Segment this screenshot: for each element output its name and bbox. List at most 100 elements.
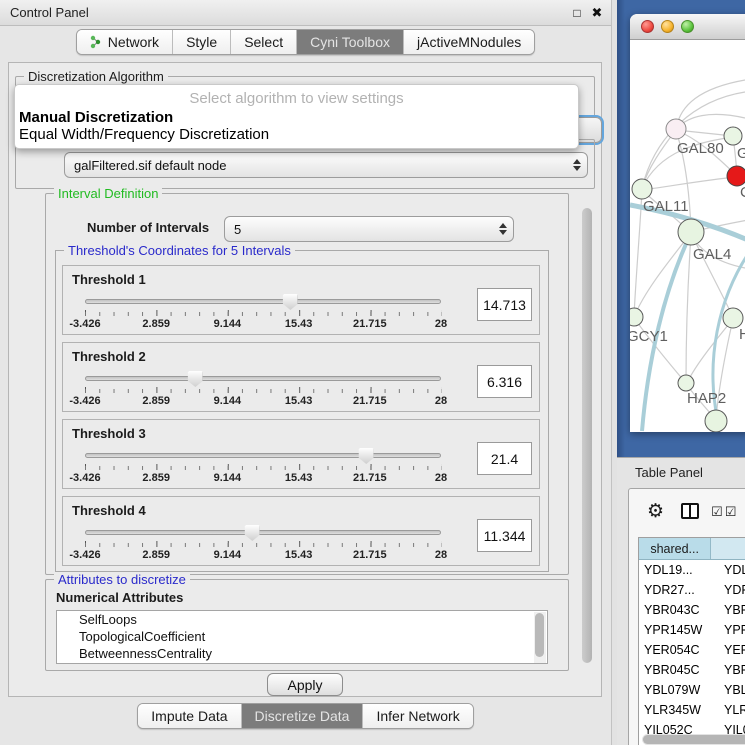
popup-placeholder: Select algorithm to view settings [15,88,578,109]
svg-text:GA: GA [737,145,745,162]
number-of-intervals-combobox[interactable]: 5 [224,216,514,242]
group-title: Attributes to discretize [54,572,190,587]
svg-text:H: H [739,326,745,343]
cyni-toolbox-panel: Discretization Algorithm Select algorith… [8,62,602,697]
node-gcy1[interactable] [630,308,643,326]
tab-jactivemnodules[interactable]: jActiveMNodules [404,30,534,54]
threshold-2-slider[interactable]: -3.426 2.859 9.144 15.43 21.715 28 [85,371,441,409]
close-traffic-light[interactable] [641,20,654,33]
threshold-1-value-field[interactable] [477,288,532,321]
svg-text:GAL4: GAL4 [693,246,731,263]
table-panel-box: ⚙ ☑ ☑ shared... n YDL19...YDL1 YDR27...Y… [628,488,745,745]
threshold-3-value-field[interactable] [477,442,532,475]
slider-thumb[interactable] [359,448,374,464]
svg-text:GAL11: GAL11 [643,198,689,215]
group-title: Interval Definition [54,186,162,201]
node-hap2[interactable] [678,375,694,391]
checkbox-icon[interactable]: ☑ [725,505,737,518]
algorithm-dropdown-popup: Select algorithm to view settings Manual… [14,84,579,149]
svg-text:GCY1: GCY1 [630,328,668,345]
group-title: Discretization Algorithm [24,69,168,84]
threshold-4-value-field[interactable] [477,519,532,552]
slider-thumb[interactable] [188,371,203,387]
popup-option-manual-discretization[interactable]: Manual Discretization [15,109,578,126]
threshold-4-slider[interactable]: -3.426 2.859 9.144 15.43 21.715 28 [85,525,441,563]
node-gal80[interactable] [666,119,686,139]
interval-definition-group: Interval Definition Number of Intervals … [45,193,569,575]
table-row[interactable]: YDR27...YDR2 [639,580,745,600]
network-canvas[interactable]: GAL80 GA GAL11 C GAL4 GCY1 H HAP2 [630,40,745,432]
node[interactable] [705,410,727,432]
table-toolbar: ⚙ ☑ ☑ [629,489,745,533]
chevron-up-down-icon [571,159,587,171]
network-view-window: GAL80 GA GAL11 C GAL4 GCY1 H HAP2 [630,14,745,432]
tab-cyni-toolbox[interactable]: Cyni Toolbox [297,30,404,54]
node-red[interactable] [727,166,745,186]
table-row[interactable]: YBR043CYBR0 [639,600,745,620]
chevron-up-down-icon [497,223,513,235]
tab-style[interactable]: Style [173,30,231,54]
table-header-row: shared... n [639,538,745,560]
svg-text:GAL80: GAL80 [677,140,724,157]
node[interactable] [724,127,742,145]
scrollbar-thumb[interactable] [582,208,592,663]
table-data-value: galFiltered.sif default node [65,158,571,173]
threshold-2-value-field[interactable] [477,365,532,398]
threshold-3-slider[interactable]: -3.426 2.859 9.144 15.43 21.715 28 [85,448,441,486]
list-item[interactable]: TopologicalCoefficient [57,628,547,645]
list-vertical-scrollbar[interactable] [534,612,546,664]
panel-title: Control Panel [10,5,89,20]
zoom-traffic-light[interactable] [681,20,694,33]
threshold-3-panel: Threshold 3 -3.426 2.859 9.144 15.43 21.… [62,419,540,489]
node[interactable] [723,308,743,328]
threshold-4-panel: Threshold 4 -3.426 2.859 9.144 15.43 21.… [62,496,540,566]
tab-network[interactable]: Network [77,30,173,54]
group-title: Threshold's Coordinates for 5 Intervals [64,243,295,258]
table-horizontal-scrollbar[interactable] [642,734,745,745]
table-row[interactable]: YDL19...YDL1 [639,560,745,580]
bottom-tab-bar: Impute Data Discretize Data Infer Networ… [0,703,611,729]
minimize-traffic-light[interactable] [661,20,674,33]
float-window-icon[interactable]: □ [568,4,586,22]
tab-discretize-data[interactable]: Discretize Data [242,704,364,728]
slider-thumb[interactable] [283,294,298,310]
column-header-name[interactable]: n [711,538,745,559]
close-icon[interactable]: ✖ [588,4,606,22]
network-window-titlebar[interactable] [630,14,745,40]
attributes-group: Attributes to discretize Numerical Attri… [45,579,569,671]
table-row[interactable]: YER054CYER0 [639,640,745,660]
scrollbar-thumb[interactable] [535,613,544,657]
checkbox-icon[interactable]: ☑ [711,505,723,518]
numerical-attributes-label: Numerical Attributes [56,590,183,605]
popup-option-equal-width-frequency[interactable]: Equal Width/Frequency Discretization [15,126,578,143]
control-panel: Control Panel □ ✖ Network Style Select C… [0,0,612,745]
columns-icon[interactable] [681,503,699,519]
table-row[interactable]: YLR345WYLR3 [639,700,745,720]
svg-text:C: C [740,184,745,201]
node-gal4[interactable] [678,219,704,245]
threshold-1-slider[interactable]: -3.426 2.859 9.144 15.43 21.715 28 [85,294,441,332]
settings-vertical-scrollbar[interactable] [581,208,594,663]
table-panel-title: Table Panel [635,465,703,480]
table-row[interactable]: YPR145WYPR1 [639,620,745,640]
column-header-shared-name[interactable]: shared... [639,538,711,559]
node-gal11[interactable] [632,179,652,199]
top-tab-bar: Network Style Select Cyni Toolbox jActiv… [0,29,611,55]
number-of-intervals-label: Number of Intervals [87,220,209,235]
network-window-frame: GAL80 GA GAL11 C GAL4 GCY1 H HAP2 [617,0,745,457]
gear-icon[interactable]: ⚙ [647,502,664,521]
list-item[interactable]: SelfLoops [57,611,547,628]
slider-thumb[interactable] [245,525,260,541]
tab-infer-network[interactable]: Infer Network [363,704,472,728]
thresholds-group: Threshold's Coordinates for 5 Intervals … [55,250,549,572]
list-item[interactable]: BetweennessCentrality [57,645,547,662]
tab-impute-data[interactable]: Impute Data [138,704,241,728]
apply-button[interactable]: Apply [267,673,343,696]
numerical-attributes-list: SelfLoops TopologicalCoefficient Between… [56,610,548,664]
control-panel-titlebar: Control Panel □ ✖ [0,0,611,26]
tab-select[interactable]: Select [231,30,297,54]
table-data-combobox[interactable]: galFiltered.sif default node [64,152,588,178]
table-row[interactable]: YBR045CYBR0 [639,660,745,680]
scrollbar-thumb[interactable] [643,735,745,744]
table-row[interactable]: YBL079WYBL0 [639,680,745,700]
